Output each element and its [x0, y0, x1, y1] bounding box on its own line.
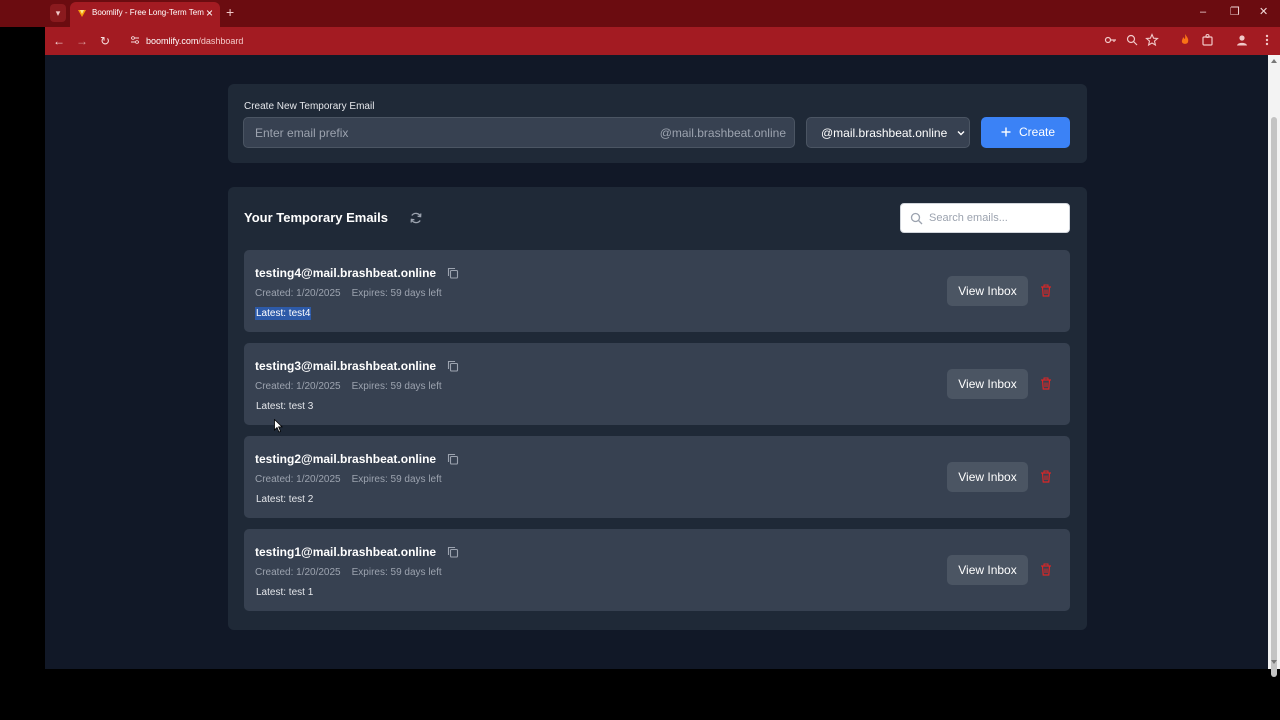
created-date: Created: 1/20/2025 [255, 288, 341, 299]
create-email-label: Create New Temporary Email [244, 101, 375, 112]
key-icon[interactable] [1104, 33, 1118, 47]
expires-text: Expires: 59 days left [351, 474, 442, 485]
minimize-button[interactable]: – [1200, 5, 1206, 19]
email-row: testing1@mail.brashbeat.online Created: … [244, 529, 1070, 611]
site-info-icon[interactable] [130, 35, 140, 45]
mouse-cursor-icon [274, 419, 283, 433]
page-scrollbar[interactable] [1268, 55, 1280, 677]
chevron-down-icon [957, 131, 965, 136]
email-address: testing1@mail.brashbeat.online [255, 545, 437, 559]
create-button[interactable]: Create [981, 117, 1070, 148]
trash-icon[interactable] [1040, 284, 1052, 297]
email-meta: Created: 1/20/2025 Expires: 59 days left [255, 381, 442, 392]
create-email-card: Create New Temporary Email @mail.brashbe… [228, 84, 1087, 163]
scroll-up-arrow-icon[interactable] [1271, 59, 1277, 63]
forward-button[interactable]: → [76, 33, 88, 49]
url-host: boomlify.com [146, 36, 199, 46]
profile-icon[interactable] [1235, 33, 1249, 47]
latest-message: Latest: test 3 [256, 401, 314, 412]
close-window-button[interactable]: ✕ [1259, 5, 1268, 19]
copy-icon[interactable] [447, 453, 459, 465]
email-row: testing3@mail.brashbeat.online Created: … [244, 343, 1070, 425]
email-address: testing3@mail.brashbeat.online [255, 359, 437, 373]
browser-window: ▾ Boomlify - Free Long-Term Temp × + – ❐… [0, 0, 1280, 720]
domain-select[interactable]: @mail.brashbeat.online [806, 117, 970, 148]
extension-fire-icon[interactable] [1178, 33, 1192, 47]
zoom-icon[interactable] [1125, 33, 1139, 47]
email-prefix-input[interactable] [255, 118, 645, 147]
browser-tab[interactable]: Boomlify - Free Long-Term Temp × [70, 2, 220, 27]
created-date: Created: 1/20/2025 [255, 381, 341, 392]
copy-icon[interactable] [447, 267, 459, 279]
created-date: Created: 1/20/2025 [255, 474, 341, 485]
email-domain-suffix: @mail.brashbeat.online [659, 126, 786, 140]
url-path: /dashboard [198, 36, 244, 46]
email-address: testing2@mail.brashbeat.online [255, 452, 437, 466]
email-meta: Created: 1/20/2025 Expires: 59 days left [255, 474, 442, 485]
restore-button[interactable]: ❐ [1230, 5, 1240, 19]
scroll-thumb[interactable] [1271, 117, 1277, 677]
expires-text: Expires: 59 days left [351, 567, 442, 578]
email-meta: Created: 1/20/2025 Expires: 59 days left [255, 288, 442, 299]
extensions-puzzle-icon[interactable] [1201, 33, 1215, 47]
tab-title: Boomlify - Free Long-Term Temp [92, 8, 204, 17]
reload-button[interactable]: ↻ [100, 33, 110, 49]
trash-icon[interactable] [1040, 563, 1052, 576]
email-row: testing4@mail.brashbeat.online Created: … [244, 250, 1070, 332]
new-tab-button[interactable]: + [226, 4, 234, 20]
temporary-emails-card: Your Temporary Emails testing4@mail.bras… [228, 187, 1087, 630]
browser-toolbar: ← → ↻ boomlify.com/dashboard [45, 27, 1280, 55]
email-address: testing4@mail.brashbeat.online [255, 266, 437, 280]
email-row: testing2@mail.brashbeat.online Created: … [244, 436, 1070, 518]
latest-message: Latest: test4 [255, 307, 312, 320]
address-bar[interactable]: boomlify.com/dashboard [146, 35, 243, 47]
created-date: Created: 1/20/2025 [255, 567, 341, 578]
search-emails-field[interactable] [900, 203, 1070, 233]
tab-close-icon[interactable]: × [206, 6, 213, 20]
bookmark-star-icon[interactable] [1145, 33, 1159, 47]
create-button-label: Create [1019, 125, 1056, 139]
latest-message: Latest: test 2 [256, 494, 314, 505]
search-icon [910, 212, 923, 225]
copy-icon[interactable] [447, 360, 459, 372]
back-button[interactable]: ← [53, 33, 65, 49]
dashboard-page: Create New Temporary Email @mail.brashbe… [45, 55, 1268, 669]
scroll-down-arrow-icon[interactable] [1271, 660, 1277, 664]
tab-bar: ▾ Boomlify - Free Long-Term Temp × + – ❐… [0, 0, 1280, 27]
refresh-icon[interactable] [409, 211, 423, 225]
email-prefix-field[interactable]: @mail.brashbeat.online [243, 117, 795, 148]
email-meta: Created: 1/20/2025 Expires: 59 days left [255, 567, 442, 578]
plus-icon [1001, 127, 1011, 137]
view-inbox-button[interactable]: View Inbox [947, 555, 1028, 585]
expires-text: Expires: 59 days left [351, 381, 442, 392]
trash-icon[interactable] [1040, 377, 1052, 390]
boomlify-logo-icon [78, 10, 86, 17]
trash-icon[interactable] [1040, 470, 1052, 483]
tab-search-button[interactable]: ▾ [50, 4, 66, 22]
browser-menu-icon[interactable] [1260, 33, 1274, 47]
view-inbox-button[interactable]: View Inbox [947, 462, 1028, 492]
view-inbox-button[interactable]: View Inbox [947, 276, 1028, 306]
latest-message: Latest: test 1 [256, 587, 314, 598]
search-input[interactable] [929, 204, 1065, 232]
expires-text: Expires: 59 days left [351, 288, 442, 299]
domain-select-value: @mail.brashbeat.online [821, 126, 948, 140]
copy-icon[interactable] [447, 546, 459, 558]
section-title: Your Temporary Emails [244, 210, 389, 225]
view-inbox-button[interactable]: View Inbox [947, 369, 1028, 399]
